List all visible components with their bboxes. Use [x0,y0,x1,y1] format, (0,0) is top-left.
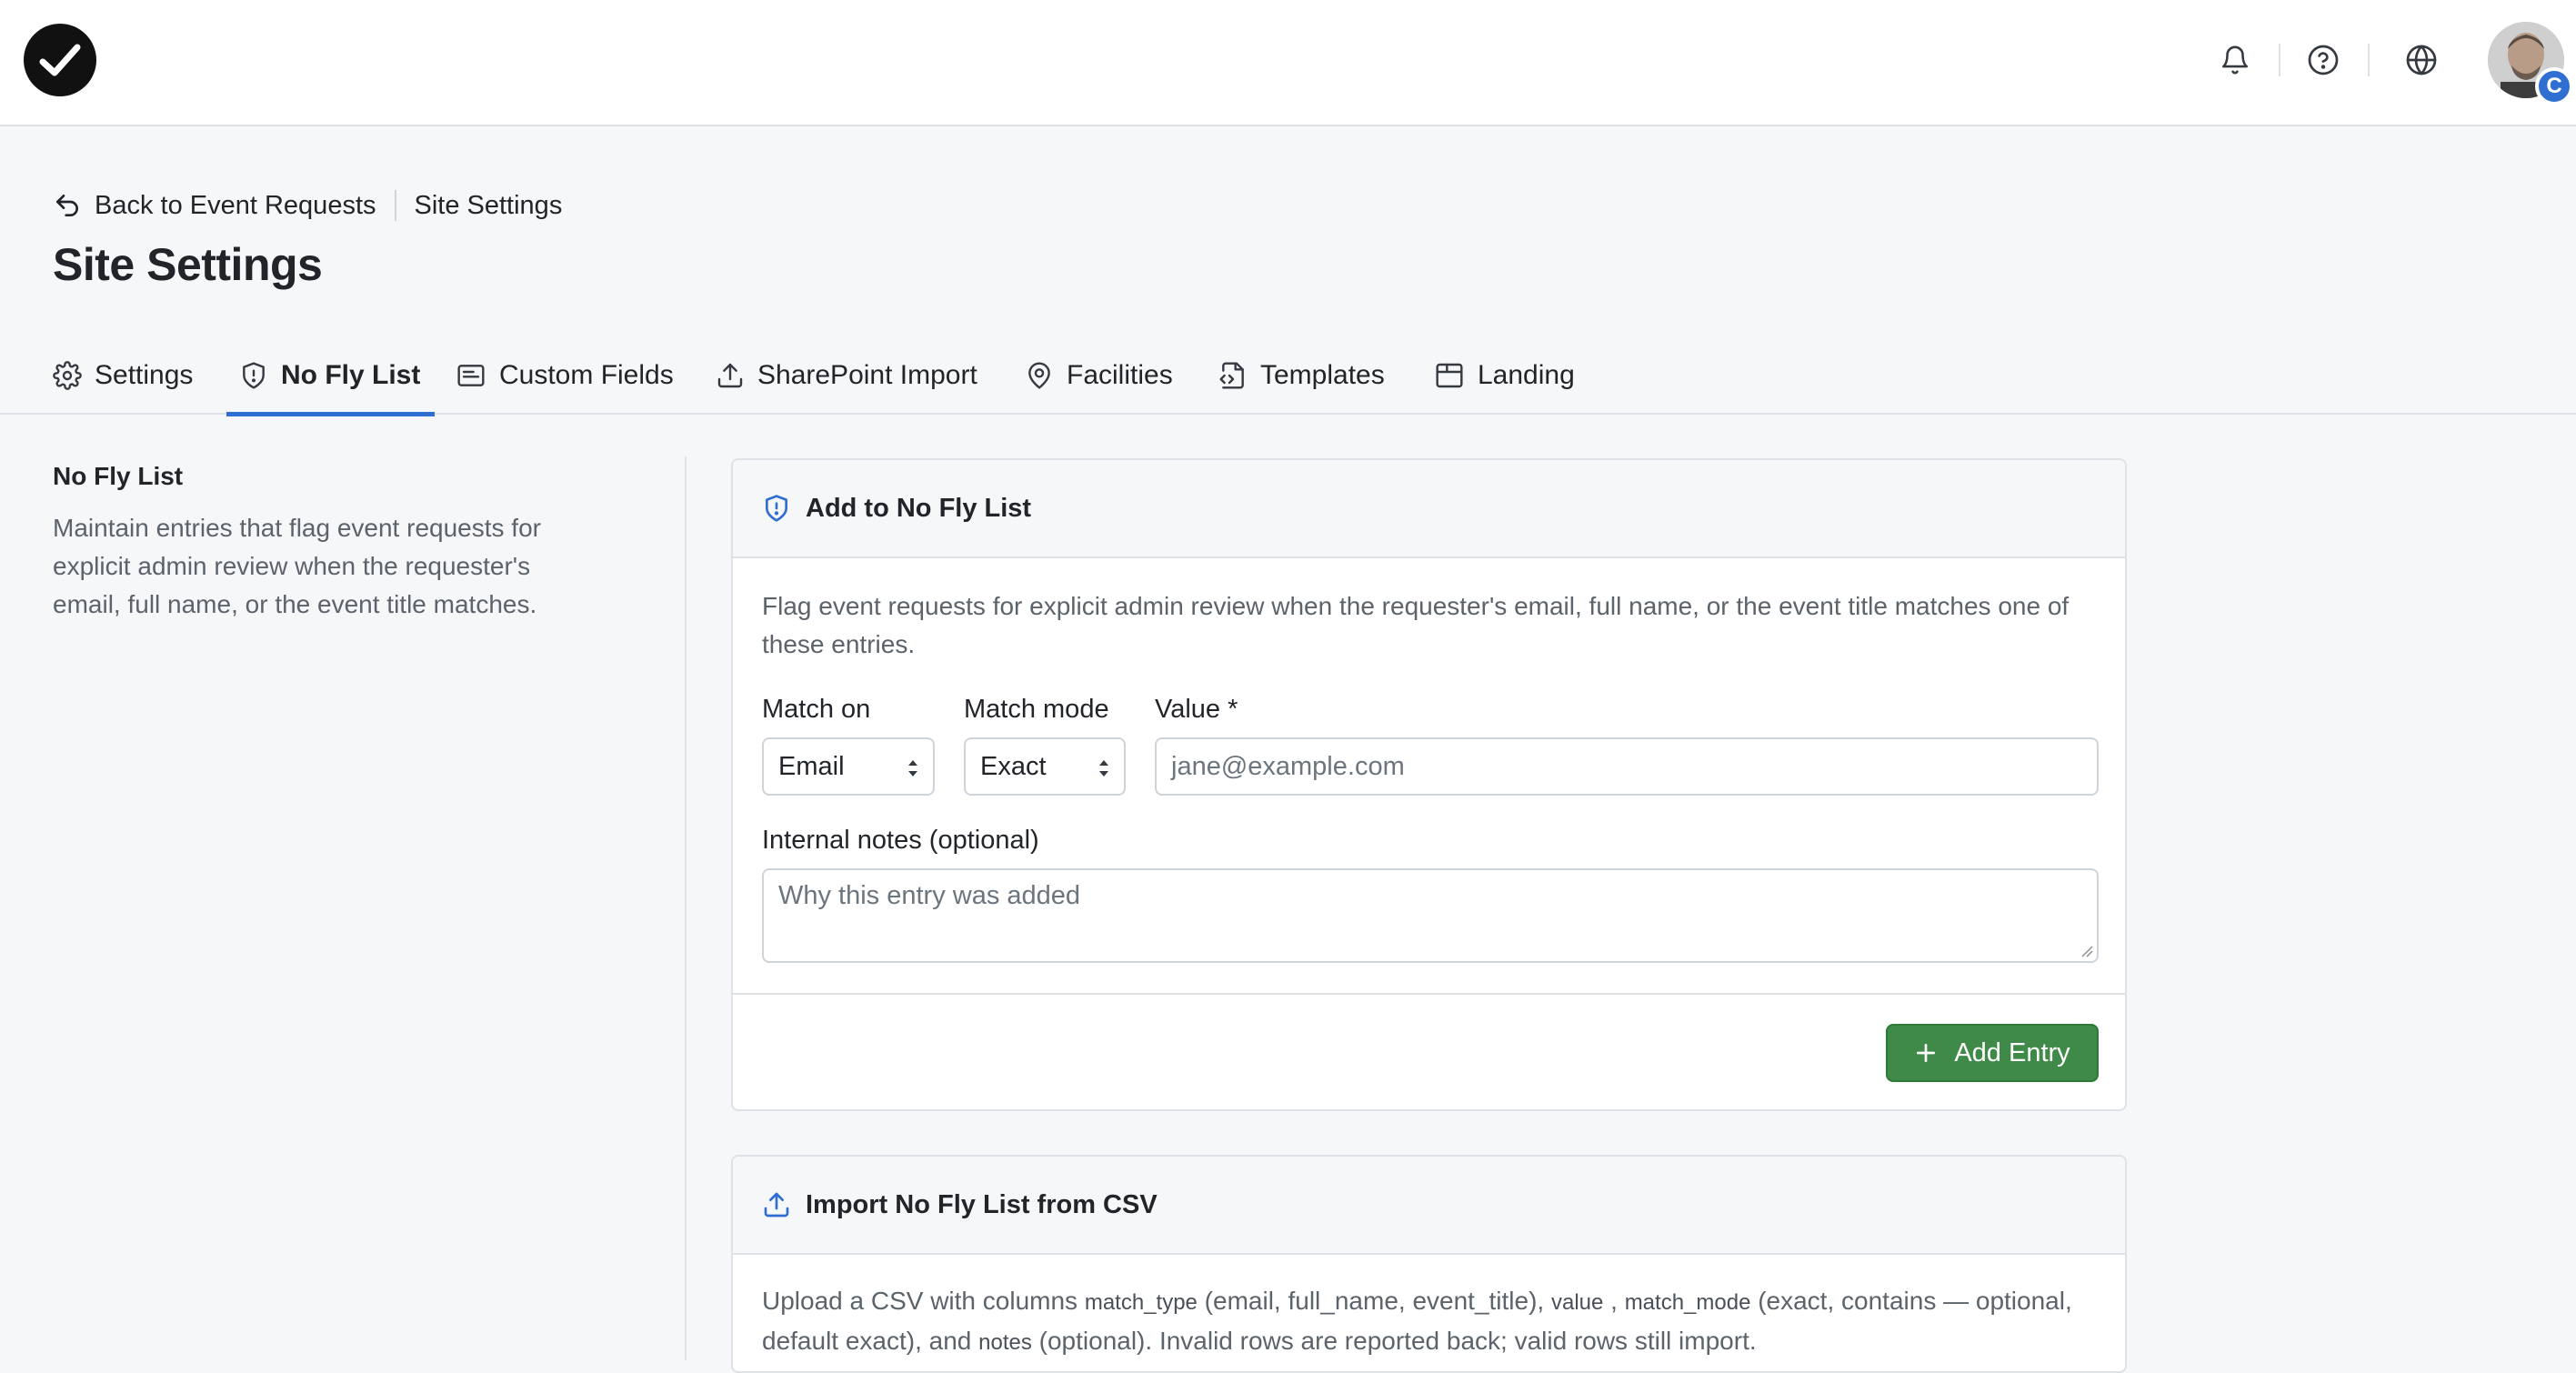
card-header: Import No Fly List from CSV [733,1157,2125,1255]
card-header: Add to No Fly List [733,460,2125,558]
gear-icon [53,361,82,390]
help-circle-icon[interactable] [2301,38,2345,82]
card-description: Flag event requests for explicit admin r… [762,592,2070,658]
select-arrows-icon [1099,760,1108,777]
import-text: Upload a CSV with columns [762,1287,1085,1315]
internal-notes-label: Internal notes (optional) [762,826,1039,855]
tab-custom-fields[interactable]: Custom Fields [456,336,674,415]
internal-notes-textarea[interactable]: Why this entry was added [762,868,2099,963]
upload-icon [764,1192,789,1218]
breadcrumb: Back to Event Requests Site Settings [53,187,562,224]
globe-icon[interactable] [2400,38,2443,82]
notes-placeholder: Why this entry was added [778,881,1081,910]
import-text: (optional). Invalid rows are reported ba… [1031,1327,1757,1355]
code-value: value [1550,1290,1604,1315]
tab-label: Custom Fields [499,360,674,390]
top-bar-separator [2368,44,2370,76]
shield-alert-icon [243,362,265,389]
import-csv-card: Import No Fly List from CSV Upload a CSV… [731,1155,2127,1373]
file-code-icon [1219,362,1244,389]
card-footer-divider [733,993,2125,995]
top-bar-separator [2279,44,2280,76]
section-title: No Fly List [53,462,184,490]
code-match-mode: match_mode [1624,1290,1751,1315]
value-input[interactable]: jane@example.com [1155,737,2099,796]
value-label: Value * [1155,695,1238,724]
match-mode-label: Match mode [964,695,1109,724]
tab-label: SharePoint Import [757,360,977,390]
add-entry-button[interactable]: Add Entry [1886,1024,2099,1082]
import-text: (email, full_name, event_title), [1197,1287,1551,1315]
tab-label: Templates [1260,360,1385,390]
add-entry-label: Add Entry [1954,1037,2070,1067]
import-text: , [1603,1287,1625,1315]
resize-handle-icon[interactable] [2079,943,2093,957]
bell-icon[interactable] [2213,38,2257,82]
breadcrumb-current: Site Settings [414,190,563,220]
code-match-type: match_type [1084,1290,1198,1315]
breadcrumb-separator [394,190,396,221]
tab-label: Settings [95,360,194,390]
tab-landing[interactable]: Landing [1434,336,1575,415]
browser-window-icon [1436,363,1463,388]
value-placeholder: jane@example.com [1171,751,1405,781]
back-to-event-requests-link[interactable]: Back to Event Requests [53,191,376,221]
match-on-select[interactable]: Email [762,737,935,796]
tab-label: Landing [1478,360,1575,390]
tab-label: Facilities [1067,360,1173,390]
tab-facilities[interactable]: Facilities [1025,336,1173,415]
upload-icon [717,363,743,388]
tab-no-fly-list[interactable]: No Fly List [226,336,436,416]
match-on-label: Match on [762,695,871,724]
card-title: Add to No Fly List [806,493,1032,523]
page-title: Site Settings [53,239,323,290]
code-notes: notes [978,1330,1032,1355]
shield-alert-icon [766,495,787,522]
tab-label: No Fly List [281,360,421,390]
back-link-label: Back to Event Requests [95,190,376,220]
map-pin-icon [1028,362,1050,389]
plus-icon [1917,1043,1936,1063]
tab-settings[interactable]: Settings [53,336,193,415]
match-mode-value: Exact [980,751,1047,781]
match-on-value: Email [778,751,845,781]
reply-arrow-icon [56,195,78,216]
tab-sharepoint-import[interactable]: SharePoint Import [716,336,977,415]
top-bar: C [0,0,2576,126]
import-description: Upload a CSV with columns match_type (em… [762,1282,2108,1362]
avatar-badge: C [2535,67,2573,105]
check-circle-logo-icon[interactable] [24,24,96,96]
column-divider [685,456,687,1360]
card-title: Import No Fly List from CSV [806,1189,1158,1219]
settings-tabs: Settings No Fly List Custom Fields Share… [0,336,2576,416]
tab-templates[interactable]: Templates [1218,336,1385,415]
match-mode-select[interactable]: Exact [964,737,1126,796]
form-fields-icon [457,365,485,386]
add-no-fly-card: Add to No Fly List Flag event requests f… [731,458,2127,1111]
section-description: Maintain entries that flag event request… [53,514,541,618]
select-arrows-icon [908,760,917,777]
